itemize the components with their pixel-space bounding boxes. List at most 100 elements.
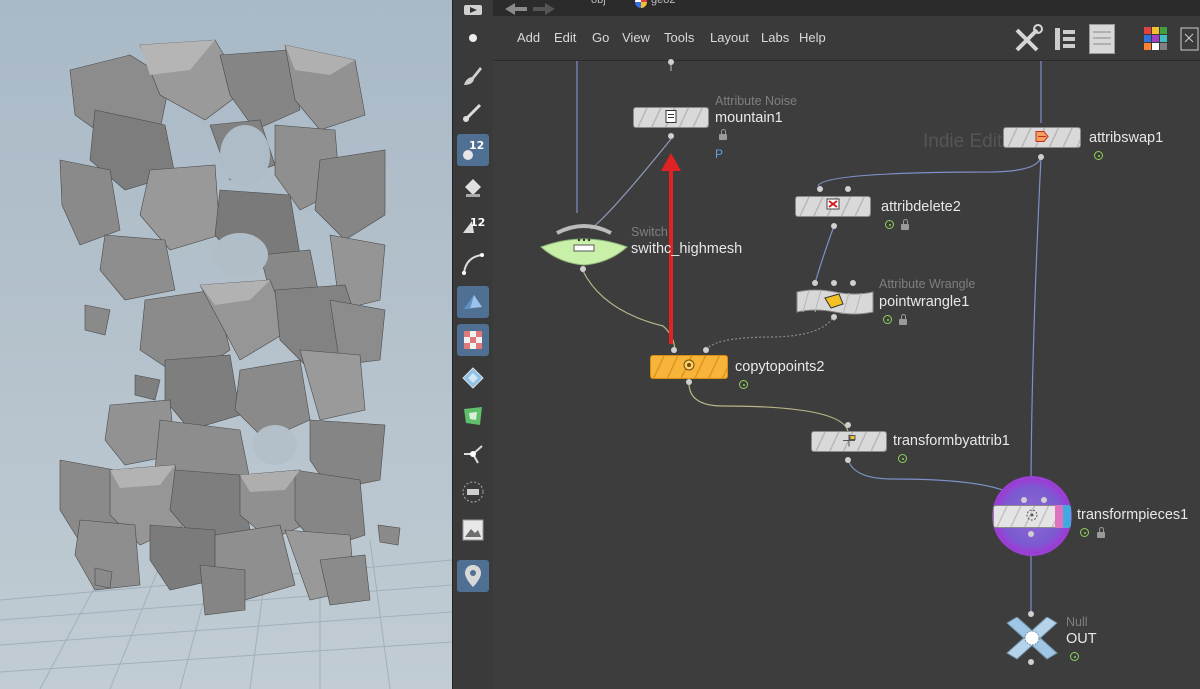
output-port[interactable] [580, 266, 586, 272]
node-name-label[interactable]: copytopoints2 [735, 359, 824, 375]
display-flag-icon [883, 315, 892, 324]
node-type-label: Switch [631, 225, 668, 239]
polygon-reduce-icon[interactable] [457, 400, 489, 432]
color-palette-icon[interactable] [1143, 26, 1169, 52]
output-port[interactable] [831, 314, 837, 320]
diamond-icon[interactable] [457, 362, 489, 394]
menu-add[interactable]: Add [517, 30, 540, 45]
menu-edit[interactable]: Edit [554, 30, 576, 45]
output-port[interactable] [831, 223, 837, 229]
wire-mountain-switch [590, 138, 672, 230]
pivot-icon[interactable] [457, 438, 489, 470]
node-name-label[interactable]: transformbyattrib1 [893, 433, 1010, 449]
noise-icon [664, 108, 678, 127]
copy-brush-icon[interactable]: 12 [457, 210, 489, 242]
swap-icon [1034, 128, 1050, 147]
wrench-icon[interactable] [1013, 24, 1043, 54]
display-flag-icon [1070, 652, 1079, 661]
network-canvas[interactable]: Indie Edition Attribute Noise mountain1 … [493, 59, 1200, 689]
node-name-label[interactable]: swithc_highmesh [631, 241, 742, 257]
node-body[interactable] [795, 196, 871, 217]
output-port[interactable] [686, 379, 692, 385]
group-ring-icon[interactable] [457, 476, 489, 508]
menu-help[interactable]: Help [799, 30, 826, 45]
template-flag-bar[interactable] [1055, 505, 1063, 528]
rock-pieces [59, 39, 401, 616]
menu-view[interactable]: View [622, 30, 650, 45]
input-port[interactable] [703, 347, 709, 353]
display-flag-icon [898, 454, 907, 463]
output-port[interactable] [845, 457, 851, 463]
node-name-label[interactable]: pointwrangle1 [879, 294, 969, 310]
input-port[interactable] [850, 280, 856, 286]
back-arrow-icon[interactable] [505, 0, 527, 15]
display-flag-icon [1080, 528, 1089, 537]
menu-bar: Add Edit Go View Tools Layout Labs Help [493, 16, 1200, 61]
output-port[interactable] [1028, 531, 1034, 537]
paint-brush-icon[interactable] [457, 96, 489, 128]
node-body[interactable] [811, 431, 887, 452]
texture-checker-icon[interactable] [457, 324, 489, 356]
shape-palette-icon[interactable] [1179, 26, 1200, 52]
input-port[interactable] [845, 422, 851, 428]
output-port[interactable] [668, 133, 674, 139]
layer-icon[interactable] [457, 514, 489, 546]
path-obj[interactable]: obj [591, 0, 606, 6]
output-port[interactable] [1028, 659, 1034, 665]
wire-swap-pieces [1030, 156, 1042, 502]
path-bar: obj geo2 [493, 0, 1200, 16]
edge-fill-icon[interactable] [457, 286, 489, 318]
wire-swap-delete [817, 156, 1042, 187]
node-body[interactable] [633, 107, 709, 128]
geo-icon [635, 0, 647, 8]
input-port[interactable] [845, 186, 851, 192]
node-name-label[interactable]: attribdelete2 [881, 199, 961, 215]
lock-icon [901, 219, 909, 230]
output-port[interactable] [1038, 154, 1044, 160]
node-name-label[interactable]: OUT [1066, 631, 1097, 647]
menu-tools[interactable]: Tools [664, 30, 694, 45]
switch-node-shape[interactable] [539, 221, 629, 271]
lock-icon [899, 314, 907, 325]
node-name-label[interactable]: transformpieces1 [1077, 507, 1188, 523]
point-icon[interactable] [457, 22, 489, 54]
node-type-label: Attribute Wrangle [879, 277, 976, 291]
input-port[interactable] [812, 280, 818, 286]
node-name-label[interactable]: mountain1 [715, 110, 783, 126]
wire-delete-wrangle [814, 225, 835, 284]
tree-view-icon[interactable] [1053, 26, 1077, 52]
viewport-scene [0, 39, 452, 689]
null-node-shape[interactable] [1003, 617, 1061, 661]
viewport-3d[interactable] [0, 0, 452, 689]
menu-layout[interactable]: Layout [710, 30, 749, 45]
tool-shelf: 12 12 [452, 0, 494, 689]
paint-bucket-icon[interactable] [457, 172, 489, 204]
wire-transform-pieces [847, 458, 1022, 502]
input-port[interactable] [668, 59, 674, 65]
display-flag-icon [739, 380, 748, 389]
curve-icon[interactable] [457, 248, 489, 280]
node-name-label[interactable]: attribswap1 [1089, 130, 1163, 146]
display-flag-bar[interactable] [1063, 505, 1071, 528]
menu-labs[interactable]: Labs [761, 30, 789, 45]
input-port[interactable] [817, 186, 823, 192]
input-port[interactable] [831, 280, 837, 286]
path-geo[interactable]: geo2 [651, 0, 675, 6]
input-port[interactable] [1041, 497, 1047, 503]
sculpt-brush-icon[interactable]: 12 [457, 134, 489, 166]
brush-icon[interactable] [457, 60, 489, 92]
input-port[interactable] [1021, 497, 1027, 503]
wrangle-node-shape[interactable] [795, 288, 875, 316]
input-port[interactable] [671, 347, 677, 353]
list-view-icon[interactable] [1089, 24, 1115, 54]
wire-copy-transform [688, 382, 849, 432]
node-type-label: Null [1066, 615, 1088, 629]
node-body[interactable] [1003, 127, 1081, 148]
delete-icon [825, 197, 841, 217]
pieces-icon [1024, 507, 1040, 527]
node-body[interactable] [993, 505, 1071, 528]
map-pin-icon[interactable] [457, 560, 489, 592]
node-body[interactable] [650, 355, 728, 379]
forward-arrow-icon[interactable] [533, 0, 555, 15]
menu-go[interactable]: Go [592, 30, 609, 45]
